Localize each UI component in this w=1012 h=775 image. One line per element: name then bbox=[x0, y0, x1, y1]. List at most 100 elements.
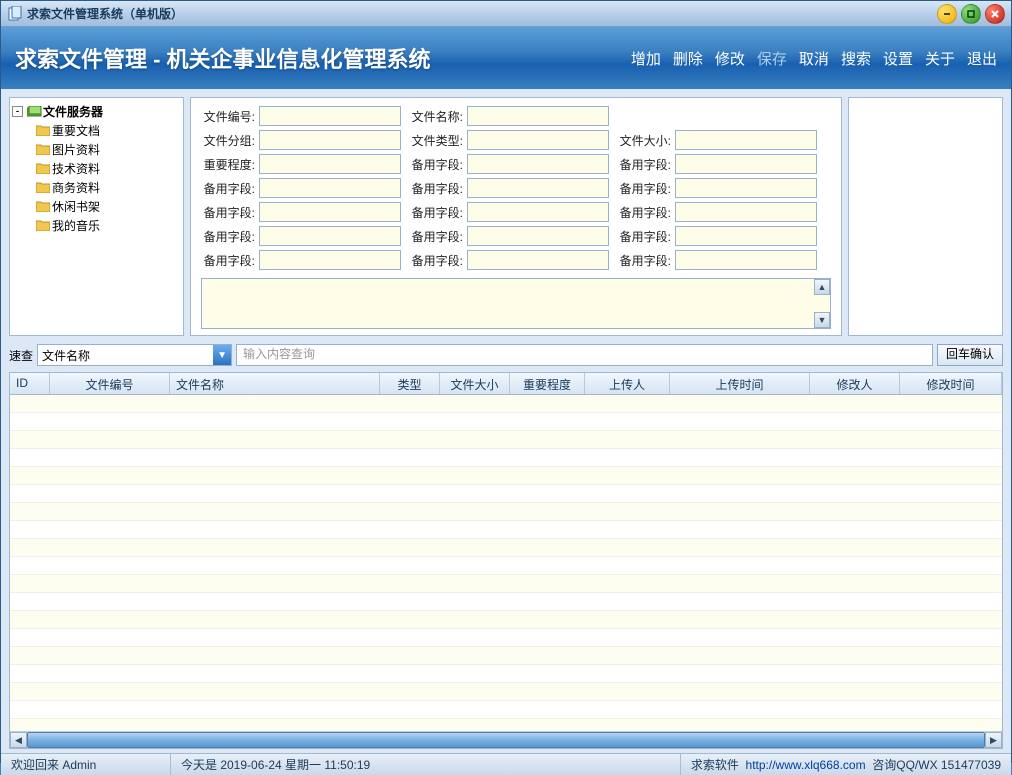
table-row[interactable] bbox=[10, 575, 1002, 593]
tree-node[interactable]: 商务资料 bbox=[36, 178, 181, 197]
tree-node-label: 图片资料 bbox=[52, 141, 100, 158]
maximize-button[interactable] bbox=[961, 4, 981, 24]
table-row[interactable] bbox=[10, 449, 1002, 467]
table-row[interactable] bbox=[10, 521, 1002, 539]
input-spare-r4c1[interactable] bbox=[259, 178, 401, 198]
status-url[interactable]: http://www.xlq668.com bbox=[746, 758, 866, 772]
input-file-size[interactable] bbox=[675, 130, 817, 150]
table-row[interactable] bbox=[10, 683, 1002, 701]
input-spare-r7c2[interactable] bbox=[467, 250, 609, 270]
input-spare-r6c1[interactable] bbox=[259, 226, 401, 246]
input-spare-r4c2[interactable] bbox=[467, 178, 609, 198]
scroll-track[interactable] bbox=[27, 732, 985, 748]
label-spare: 备用字段: bbox=[409, 228, 467, 245]
search-field-combo[interactable]: 文件名称 ▼ bbox=[37, 344, 232, 366]
table-row[interactable] bbox=[10, 485, 1002, 503]
table-row[interactable] bbox=[10, 593, 1002, 611]
close-button[interactable] bbox=[985, 4, 1005, 24]
table-row[interactable] bbox=[10, 647, 1002, 665]
label-spare: 备用字段: bbox=[409, 180, 467, 197]
table-row[interactable] bbox=[10, 503, 1002, 521]
collapse-icon[interactable]: - bbox=[12, 106, 23, 117]
col-file-size[interactable]: 文件大小 bbox=[440, 373, 510, 394]
label-spare: 备用字段: bbox=[617, 156, 675, 173]
notes-textarea[interactable]: ▲ ▼ bbox=[201, 278, 831, 329]
scroll-thumb[interactable] bbox=[27, 732, 985, 748]
minimize-button[interactable] bbox=[937, 4, 957, 24]
table-body bbox=[10, 395, 1002, 731]
label-file-no: 文件编号: bbox=[201, 108, 259, 125]
tree-node[interactable]: 技术资料 bbox=[36, 159, 181, 178]
col-id[interactable]: ID bbox=[10, 373, 50, 394]
tree-node[interactable]: 我的音乐 bbox=[36, 216, 181, 235]
input-spare-r5c2[interactable] bbox=[467, 202, 609, 222]
menu-about[interactable]: 关于 bbox=[925, 48, 955, 69]
table-row[interactable] bbox=[10, 431, 1002, 449]
horizontal-scrollbar[interactable]: ◀ ▶ bbox=[10, 731, 1002, 748]
col-file-no[interactable]: 文件编号 bbox=[50, 373, 170, 394]
label-file-group: 文件分组: bbox=[201, 132, 259, 149]
input-file-no[interactable] bbox=[259, 106, 401, 126]
menu-settings[interactable]: 设置 bbox=[883, 48, 913, 69]
scroll-left-icon[interactable]: ◀ bbox=[10, 732, 27, 748]
enter-confirm-button[interactable]: 回车确认 bbox=[937, 344, 1003, 366]
table-row[interactable] bbox=[10, 467, 1002, 485]
tree-node[interactable]: 休闲书架 bbox=[36, 197, 181, 216]
input-spare-r4c3[interactable] bbox=[675, 178, 817, 198]
menu-cancel[interactable]: 取消 bbox=[799, 48, 829, 69]
input-spare-r3c2[interactable] bbox=[467, 154, 609, 174]
table-row[interactable] bbox=[10, 557, 1002, 575]
input-file-name[interactable] bbox=[467, 106, 609, 126]
menu-add[interactable]: 增加 bbox=[631, 48, 661, 69]
menu-exit[interactable]: 退出 bbox=[967, 48, 997, 69]
menu-save[interactable]: 保存 bbox=[757, 48, 787, 69]
table-row[interactable] bbox=[10, 539, 1002, 557]
input-file-group[interactable] bbox=[259, 130, 401, 150]
table-row[interactable] bbox=[10, 413, 1002, 431]
col-modifier[interactable]: 修改人 bbox=[810, 373, 900, 394]
form-panel: 文件编号: 文件名称: 文件分组: 文件类型: 文件大小: 重要程度: 备用字段… bbox=[190, 97, 842, 336]
input-spare-r6c2[interactable] bbox=[467, 226, 609, 246]
tree-node-label: 我的音乐 bbox=[52, 217, 100, 234]
menu-delete[interactable]: 删除 bbox=[673, 48, 703, 69]
search-label: 速查 bbox=[9, 347, 33, 364]
tree-node[interactable]: 重要文档 bbox=[36, 121, 181, 140]
scroll-up-icon[interactable]: ▲ bbox=[814, 279, 830, 295]
table-row[interactable] bbox=[10, 719, 1002, 731]
col-type[interactable]: 类型 bbox=[380, 373, 440, 394]
scroll-down-icon[interactable]: ▼ bbox=[814, 312, 830, 328]
server-icon bbox=[27, 106, 41, 117]
title-bar: 求索文件管理系统（单机版） bbox=[1, 1, 1011, 27]
col-importance[interactable]: 重要程度 bbox=[510, 373, 585, 394]
input-spare-r5c1[interactable] bbox=[259, 202, 401, 222]
input-importance[interactable] bbox=[259, 154, 401, 174]
input-file-type[interactable] bbox=[467, 130, 609, 150]
search-input[interactable]: 输入内容查询 bbox=[236, 344, 933, 366]
input-spare-r7c3[interactable] bbox=[675, 250, 817, 270]
tree-root[interactable]: - 文件服务器 bbox=[12, 102, 181, 121]
scroll-right-icon[interactable]: ▶ bbox=[985, 732, 1002, 748]
label-spare: 备用字段: bbox=[617, 204, 675, 221]
chevron-down-icon[interactable]: ▼ bbox=[213, 345, 231, 365]
menu-search[interactable]: 搜索 bbox=[841, 48, 871, 69]
col-modify-time[interactable]: 修改时间 bbox=[900, 373, 1002, 394]
input-spare-r6c3[interactable] bbox=[675, 226, 817, 246]
table-row[interactable] bbox=[10, 629, 1002, 647]
table-row[interactable] bbox=[10, 611, 1002, 629]
folder-icon bbox=[36, 201, 50, 212]
menu-edit[interactable]: 修改 bbox=[715, 48, 745, 69]
col-upload-time[interactable]: 上传时间 bbox=[670, 373, 810, 394]
col-uploader[interactable]: 上传人 bbox=[585, 373, 670, 394]
window-title: 求索文件管理系统（单机版） bbox=[27, 5, 183, 22]
table-row[interactable] bbox=[10, 395, 1002, 413]
input-spare-r5c3[interactable] bbox=[675, 202, 817, 222]
input-spare-r7c1[interactable] bbox=[259, 250, 401, 270]
tree-node[interactable]: 图片资料 bbox=[36, 140, 181, 159]
table-row[interactable] bbox=[10, 701, 1002, 719]
right-panel bbox=[848, 97, 1003, 336]
table-row[interactable] bbox=[10, 665, 1002, 683]
status-company: 求索软件 http://www.xlq668.com 咨询QQ/WX 15147… bbox=[681, 754, 1011, 775]
search-bar: 速查 文件名称 ▼ 输入内容查询 回车确认 bbox=[1, 344, 1011, 372]
input-spare-r3c3[interactable] bbox=[675, 154, 817, 174]
col-file-name[interactable]: 文件名称 bbox=[170, 373, 380, 394]
